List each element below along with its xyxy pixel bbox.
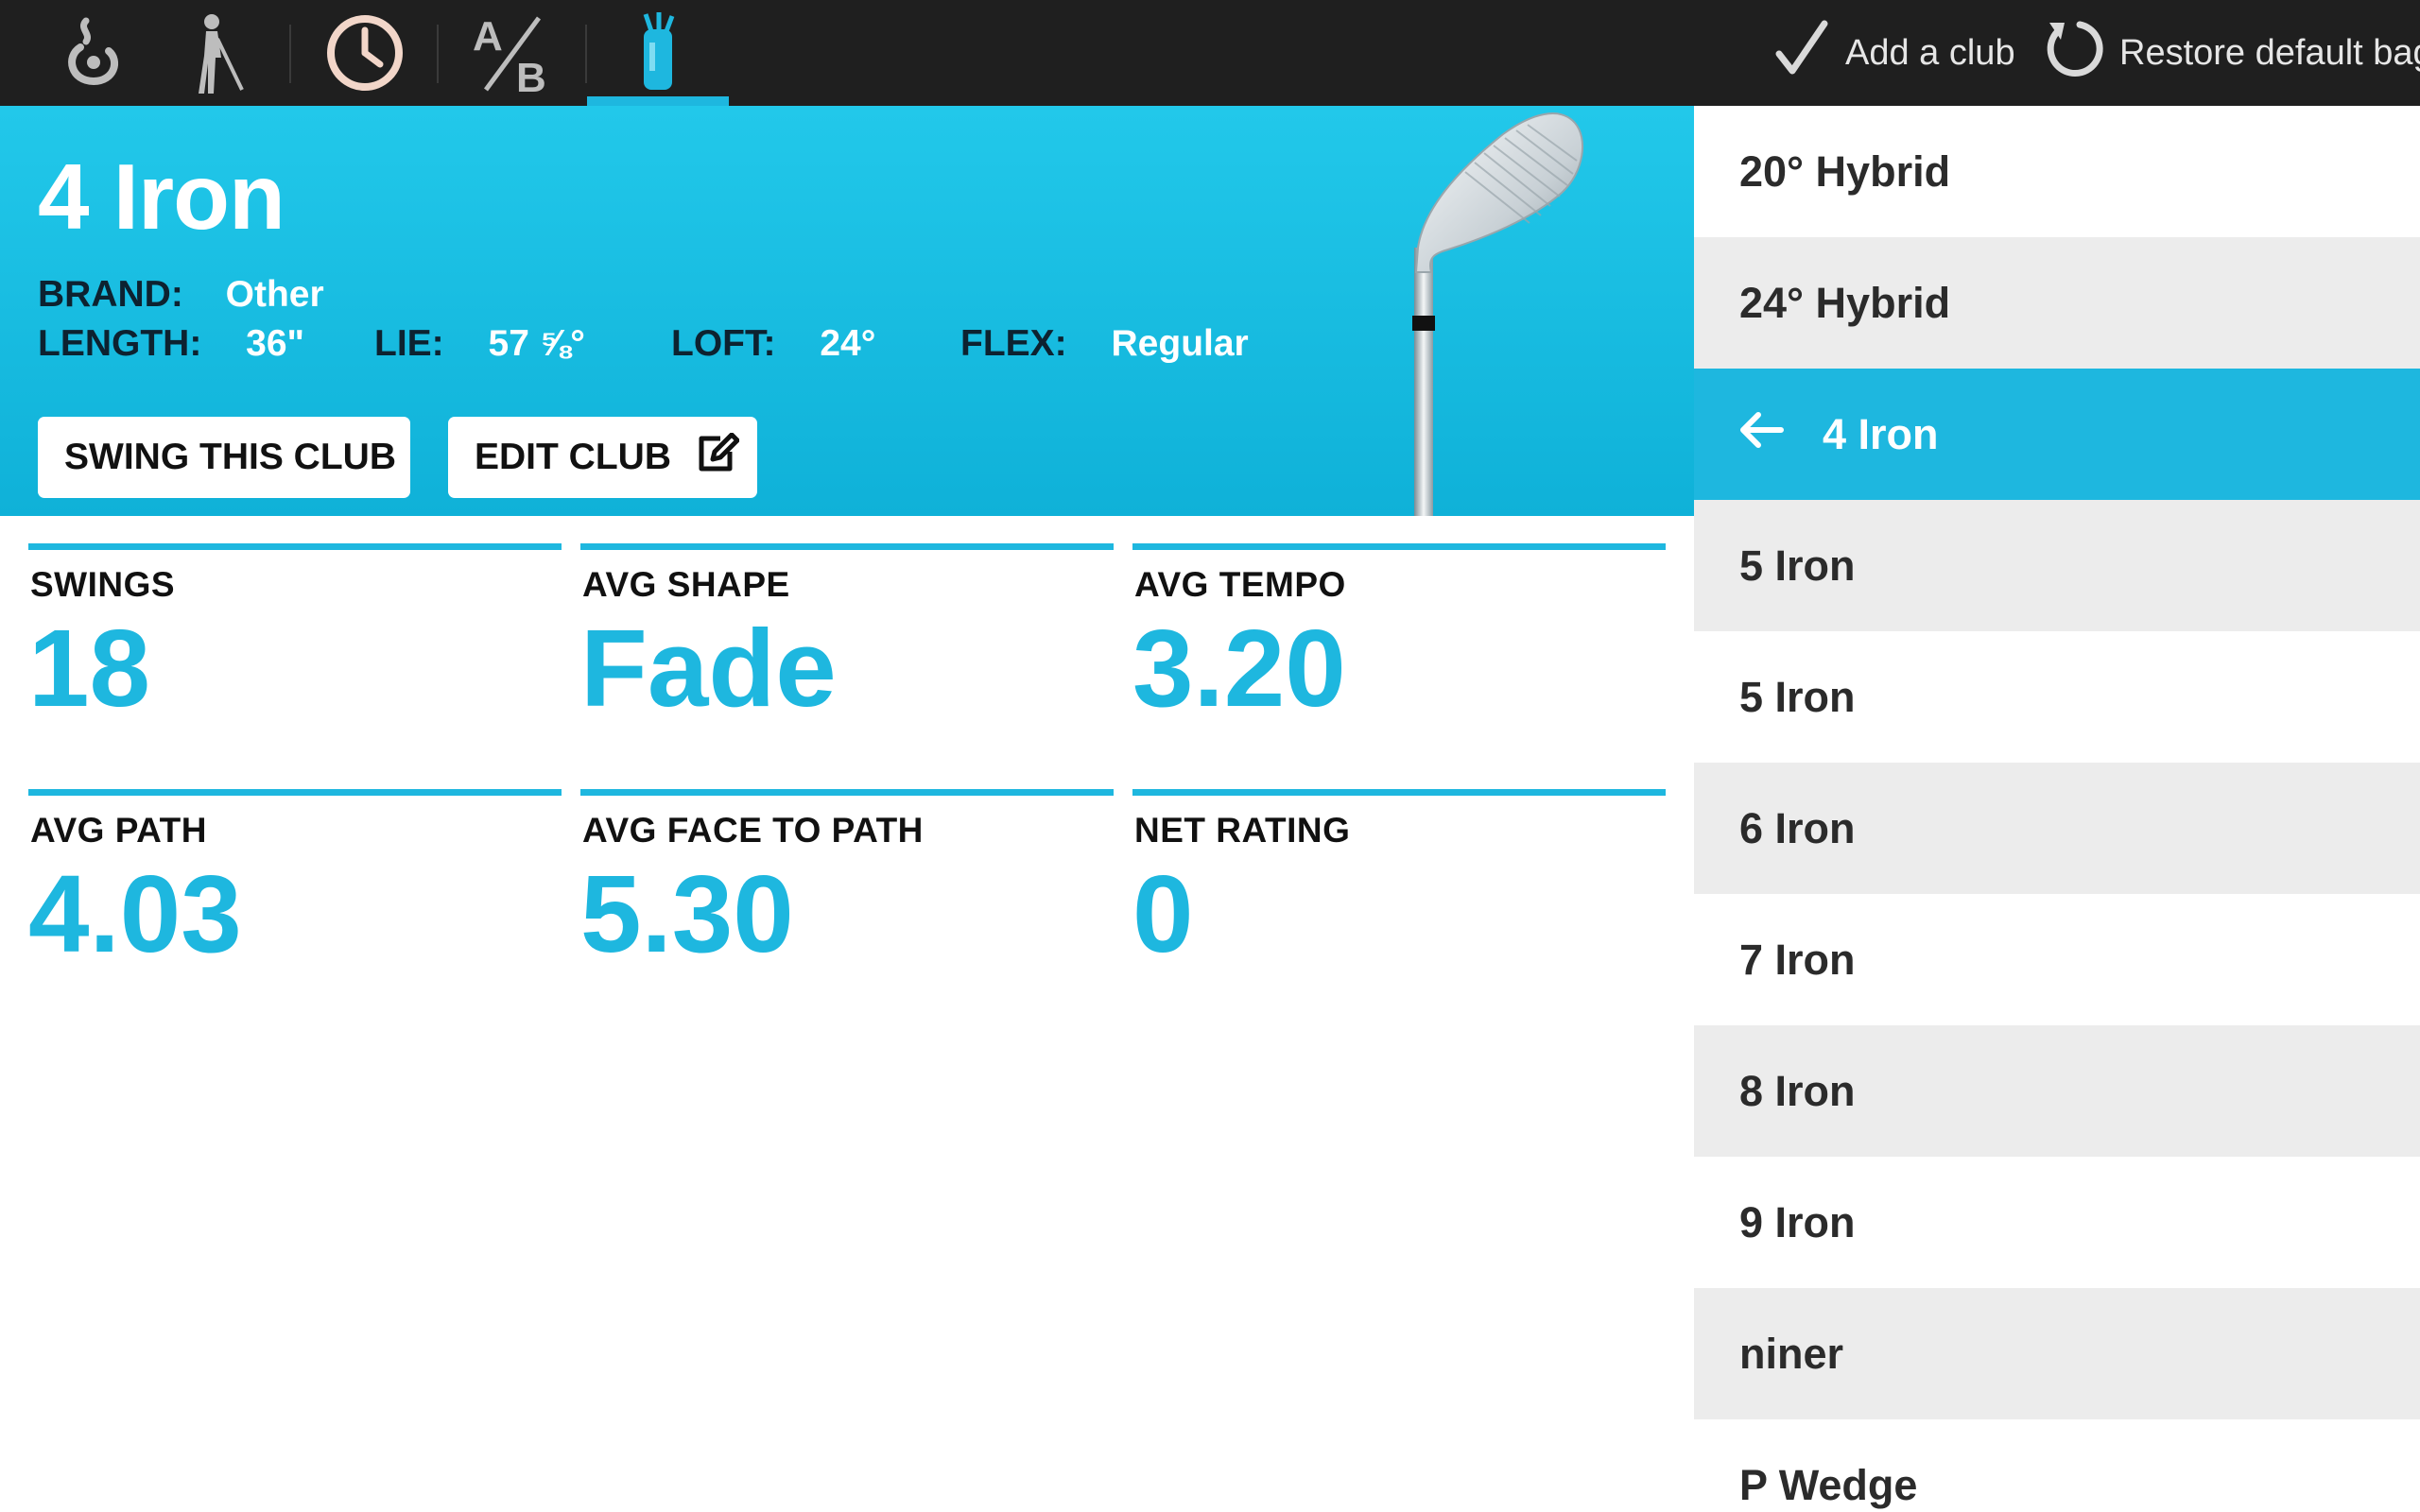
stat-swings: SWINGS 18 [28, 543, 562, 730]
club-list-item-label: P Wedge [1739, 1460, 1918, 1509]
club-brand: BRAND: Other [38, 274, 324, 316]
tab-separator [289, 25, 291, 83]
iron-club-image [1399, 106, 1683, 516]
club-list-item-label: 9 Iron [1739, 1197, 1856, 1246]
loft-label: LOFT: [671, 323, 776, 364]
stat-value: 3.20 [1132, 607, 1346, 730]
tab-swing-analysis[interactable] [23, 0, 164, 106]
golfer-icon [183, 10, 250, 95]
ab-compare-icon: A B [469, 10, 554, 95]
club-list-item[interactable]: 8 Iron [1694, 1025, 2420, 1157]
club-list-item-label: 20° Hybrid [1739, 146, 1951, 196]
compare-a-text: A [473, 13, 503, 60]
stat-net-rating: NET RATING 0 [1132, 789, 1666, 975]
stat-label: AVG FACE TO PATH [582, 811, 924, 850]
stat-value: 5.30 [580, 852, 794, 975]
stat-value: 18 [28, 607, 151, 730]
clock-icon [325, 13, 405, 93]
club-lie: LIE: 57 ⅝° [374, 323, 585, 365]
stat-label: SWINGS [30, 565, 176, 604]
compare-b-text: B [516, 55, 546, 95]
club-list-item-selected[interactable]: 4 Iron [1694, 369, 2420, 500]
edit-club-label: EDIT CLUB [475, 437, 671, 477]
swing-this-club-label: SWING THIS CLUB [64, 437, 396, 477]
club-list-item[interactable]: 6 Iron [1694, 763, 2420, 894]
brand-label: BRAND: [38, 274, 183, 315]
stat-label: AVG PATH [30, 811, 207, 850]
stat-avg-tempo: AVG TEMPO 3.20 [1132, 543, 1666, 730]
club-list-item-label: 6 Iron [1739, 803, 1856, 852]
brand-value: Other [225, 274, 324, 315]
lie-label: LIE: [374, 323, 444, 364]
stat-label: NET RATING [1134, 811, 1351, 850]
restore-default-bag-button[interactable]: Restore default bag [2042, 0, 2420, 106]
back-arrow-icon [1737, 410, 1785, 459]
club-list[interactable]: 20° Hybrid 24° Hybrid 4 Iron 5 Iron 5 Ir… [1694, 106, 2420, 1512]
flex-value: Regular [1111, 323, 1249, 364]
club-list-item[interactable]: 9 Iron [1694, 1157, 2420, 1288]
restore-default-bag-label: Restore default bag [2119, 32, 2420, 73]
club-flex: FLEX: Regular [960, 323, 1249, 365]
tab-golf-bag[interactable] [587, 0, 729, 106]
add-club-button[interactable]: Add a club [1773, 0, 2015, 106]
club-list-item[interactable]: 5 Iron [1694, 631, 2420, 763]
stat-avg-face-to-path: AVG FACE TO PATH 5.30 [580, 789, 1114, 975]
length-label: LENGTH: [38, 323, 202, 364]
club-list-item-label: 4 Iron [1823, 409, 1939, 458]
club-list-item-label: 5 Iron [1739, 672, 1856, 721]
stat-label: AVG SHAPE [582, 565, 790, 604]
flex-label: FLEX: [960, 323, 1067, 364]
stat-avg-shape: AVG SHAPE Fade [580, 543, 1114, 730]
club-list-item-label: 8 Iron [1739, 1066, 1856, 1115]
restore-icon [2042, 17, 2119, 89]
swing-this-club-button[interactable]: SWING THIS CLUB [38, 417, 410, 498]
tab-separator [437, 25, 439, 83]
club-list-item-label: niner [1739, 1329, 1844, 1378]
stat-value: Fade [580, 607, 837, 730]
club-list-item-label: 24° Hybrid [1739, 278, 1951, 327]
edit-icon [671, 432, 740, 482]
club-list-item[interactable]: 24° Hybrid [1694, 237, 2420, 369]
club-header-panel: 4 Iron BRAND: Other LENGTH: 36" LIE: 57 … [0, 106, 1694, 516]
tab-golfer[interactable] [146, 0, 287, 106]
club-list-item[interactable]: P Wedge [1694, 1419, 2420, 1512]
checkmark-icon [1773, 18, 1845, 88]
add-club-label: Add a club [1845, 32, 2015, 73]
club-list-item[interactable]: niner [1694, 1288, 2420, 1419]
swing-hook-icon [58, 15, 130, 91]
tab-history[interactable] [294, 0, 436, 106]
club-list-item[interactable]: 5 Iron [1694, 500, 2420, 631]
club-loft: LOFT: 24° [671, 323, 875, 365]
lie-value: 57 ⅝° [488, 323, 585, 364]
club-length: LENGTH: 36" [38, 323, 304, 365]
stat-value: 0 [1132, 852, 1194, 975]
club-list-item[interactable]: 7 Iron [1694, 894, 2420, 1025]
loft-value: 24° [820, 323, 876, 364]
edit-club-button[interactable]: EDIT CLUB [448, 417, 757, 498]
top-toolbar: A B Add a club Restore default bag [0, 0, 2420, 106]
club-list-item-label: 5 Iron [1739, 541, 1856, 590]
stat-avg-path: AVG PATH 4.03 [28, 789, 562, 975]
length-value: 36" [246, 323, 305, 364]
club-list-item[interactable]: 20° Hybrid [1694, 106, 2420, 237]
club-list-item-label: 7 Iron [1739, 935, 1856, 984]
club-title: 4 Iron [38, 145, 285, 249]
stat-label: AVG TEMPO [1134, 565, 1346, 604]
tab-compare[interactable]: A B [441, 0, 582, 106]
stat-value: 4.03 [28, 852, 242, 975]
golf-bag-icon [634, 10, 682, 95]
